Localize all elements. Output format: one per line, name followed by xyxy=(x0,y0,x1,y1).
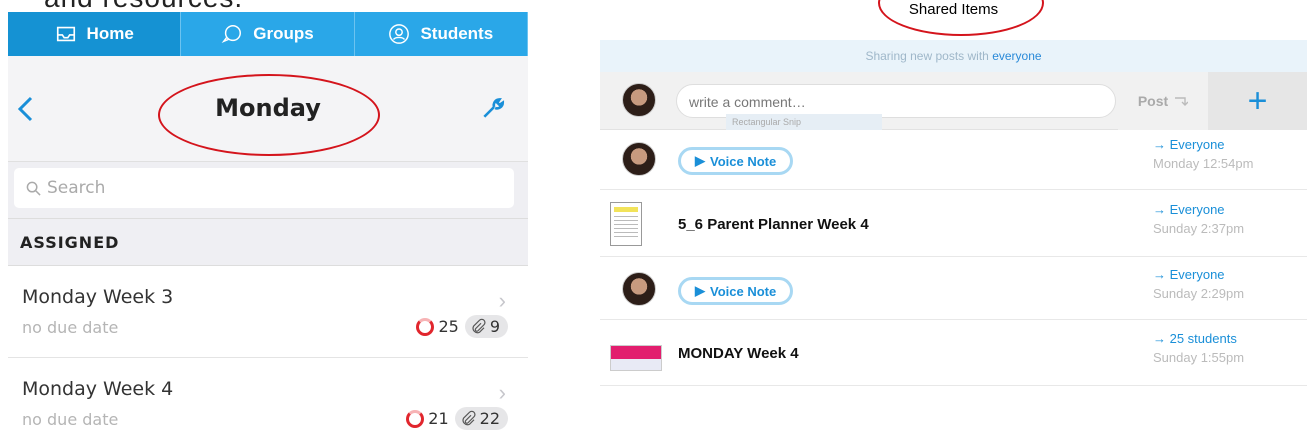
attachment-value: 22 xyxy=(479,409,500,428)
tab-groups[interactable]: Groups xyxy=(181,12,355,56)
snip-tooltip: Rectangular Snip xyxy=(726,114,882,130)
search-bar: Search xyxy=(8,162,528,218)
play-icon: ▶ xyxy=(695,283,705,298)
assignment-badges: 25 9 xyxy=(416,315,508,338)
document-thumbnail xyxy=(610,202,642,246)
progress-ring-icon xyxy=(416,317,435,336)
wrench-icon[interactable] xyxy=(480,94,506,120)
share-time: Sunday 2:29pm xyxy=(1153,286,1245,301)
count-value: 21 xyxy=(428,409,449,428)
feed-item[interactable]: ▶ Voice Note → Everyone Monday 12:54pm xyxy=(600,130,1307,190)
student-count: 21 xyxy=(426,407,454,430)
nav-bar: Monday xyxy=(8,56,528,162)
search-placeholder: Search xyxy=(47,178,106,198)
play-icon: ▶ xyxy=(695,153,705,168)
tab-bar: Home Groups Students xyxy=(8,12,528,56)
attachment-count: 9 xyxy=(464,315,508,338)
voice-note-button[interactable]: ▶ Voice Note xyxy=(678,277,794,305)
voice-note-label: Voice Note xyxy=(710,283,777,299)
voice-note-label: Voice Note xyxy=(710,153,777,169)
assignment-row[interactable]: Monday Week 3 no due date › 25 9 xyxy=(8,266,528,358)
avatar xyxy=(622,142,656,176)
student-count: 25 xyxy=(436,315,464,338)
search-icon xyxy=(26,181,41,196)
chevron-right-icon: › xyxy=(498,380,506,405)
post-button[interactable]: Post xyxy=(1118,72,1208,130)
comment-input[interactable]: write a comment… xyxy=(676,84,1116,118)
attachment-value: 9 xyxy=(489,317,500,336)
comment-composer: write a comment… Post + xyxy=(600,72,1307,130)
assignments-panel: and resources. Home Groups Students Mond… xyxy=(0,0,530,439)
chat-bubbles-icon xyxy=(221,25,242,43)
progress-ring-icon xyxy=(406,409,425,428)
count-value: 25 xyxy=(438,317,459,336)
paperclip-icon xyxy=(472,318,486,333)
sharing-audience-link[interactable]: everyone xyxy=(992,49,1041,63)
voice-note-button[interactable]: ▶ Voice Note xyxy=(678,147,794,175)
feed-item[interactable]: 5_6 Parent Planner Week 4 → Everyone Sun… xyxy=(600,195,1307,257)
share-time: Monday 12:54pm xyxy=(1153,156,1254,171)
item-title: 5_6 Parent Planner Week 4 xyxy=(678,216,869,233)
search-input[interactable]: Search xyxy=(14,168,514,208)
sharing-prefix: Sharing new posts with xyxy=(865,49,989,63)
assignment-due: no due date xyxy=(22,410,119,429)
return-arrow-icon xyxy=(1175,97,1189,106)
post-label: Post xyxy=(1137,93,1169,109)
avatar xyxy=(622,272,656,306)
item-title: MONDAY Week 4 xyxy=(678,345,799,362)
inbox-icon xyxy=(56,26,75,42)
tab-label: Home xyxy=(86,24,134,43)
assignment-title: Monday Week 3 xyxy=(22,286,174,308)
attachment-count: 22 xyxy=(454,407,508,430)
share-audience: → Everyone xyxy=(1153,267,1225,282)
share-time: Sunday 2:37pm xyxy=(1153,221,1245,236)
shared-items-panel: Shared Items Sharing new posts with ever… xyxy=(600,0,1307,439)
tab-label: Students xyxy=(420,24,494,43)
assignment-row[interactable]: Monday Week 4 no due date › 21 22 xyxy=(8,358,528,439)
chevron-right-icon: › xyxy=(498,288,506,313)
feed-item[interactable]: MONDAY Week 4 → 25 students Sunday 1:55p… xyxy=(600,324,1307,386)
page-title: Monday xyxy=(215,94,321,122)
assignment-badges: 21 22 xyxy=(406,407,508,430)
share-audience: → Everyone xyxy=(1153,137,1225,152)
slide-thumbnail xyxy=(610,345,662,371)
sharing-notice: Sharing new posts with everyone xyxy=(600,40,1307,72)
share-audience: → Everyone xyxy=(1153,202,1225,217)
tab-home[interactable]: Home xyxy=(8,12,182,56)
share-audience: → 25 students xyxy=(1153,331,1237,346)
add-button[interactable]: + xyxy=(1208,72,1307,130)
avatar xyxy=(622,83,656,117)
section-header: ASSIGNED xyxy=(8,218,528,266)
tab-label: Groups xyxy=(253,24,314,43)
paperclip-icon xyxy=(462,410,476,425)
student-icon xyxy=(389,24,410,44)
feed-item[interactable]: ▶ Voice Note → Everyone Sunday 2:29pm xyxy=(600,260,1307,320)
shared-items-title: Shared Items xyxy=(908,1,999,18)
tab-students[interactable]: Students xyxy=(355,12,528,56)
share-time: Sunday 1:55pm xyxy=(1153,350,1245,365)
assignment-title: Monday Week 4 xyxy=(22,378,174,400)
assignment-due: no due date xyxy=(22,318,119,337)
